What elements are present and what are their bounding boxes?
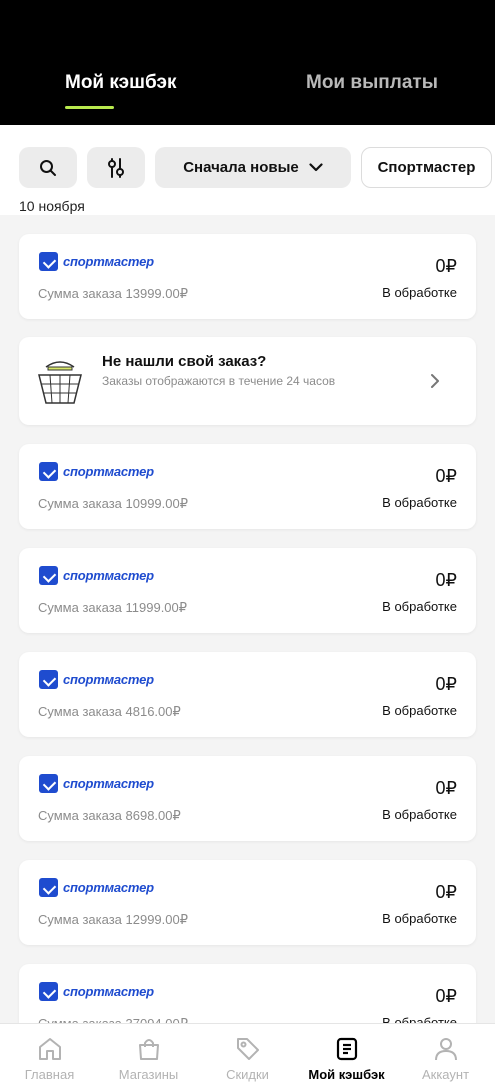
order-sum: Сумма заказа 4816.00₽ (38, 704, 181, 719)
order-status: В обработке (382, 285, 457, 300)
store-logo: спортмастер (39, 982, 154, 1001)
search-icon (40, 159, 56, 176)
order-status: В обработке (382, 911, 457, 926)
date-group-label: 10 ноября (19, 198, 85, 214)
nav-my-cashback[interactable]: Мой кэшбэк (297, 1024, 396, 1090)
order-status: В обработке (382, 599, 457, 614)
cashback-amount: 0₽ (435, 256, 457, 276)
cashback-amount: 0₽ (435, 882, 457, 902)
order-not-found-banner[interactable]: Не нашли свой заказ? Заказы отображаются… (19, 337, 476, 425)
store-logo: спортмастер (39, 878, 154, 897)
chevron-down-icon (309, 163, 323, 172)
nav-stores[interactable]: Магазины (99, 1024, 198, 1090)
sort-dropdown[interactable]: Сначала новые (155, 147, 351, 188)
order-card[interactable]: спортмастер Сумма заказа 4816.00₽ 0₽ В о… (19, 652, 476, 737)
order-status: В обработке (382, 807, 457, 822)
shopping-bag-icon (138, 1039, 159, 1060)
order-sum: Сумма заказа 8698.00₽ (38, 808, 181, 823)
cashback-amount: 0₽ (435, 674, 457, 694)
order-status: В обработке (382, 703, 457, 718)
not-found-subtitle: Заказы отображаются в течение 24 часов (102, 374, 336, 388)
order-sum: Сумма заказа 11999.00₽ (38, 600, 188, 615)
basket-icon (38, 361, 82, 404)
store-filter-chip[interactable]: Спортмастер (361, 147, 492, 188)
nav-home[interactable]: Главная (0, 1024, 99, 1090)
store-logo: спортмастер (39, 774, 154, 793)
document-list-icon (336, 1037, 357, 1061)
bottom-navigation: Главная Магазины Скидки Мой кэшбэк Аккау… (0, 1023, 495, 1090)
order-card[interactable]: спортмастер Сумма заказа 10999.00₽ 0₽ В … (19, 444, 476, 529)
order-card[interactable]: спортмастер Сумма заказа 8698.00₽ 0₽ В о… (19, 756, 476, 841)
store-logo: спортмастер (39, 252, 154, 271)
store-logo: спортмастер (39, 462, 154, 481)
user-icon (434, 1038, 457, 1061)
nav-discounts[interactable]: Скидки (198, 1024, 297, 1090)
sportmaster-logo-icon (39, 670, 58, 689)
sportmaster-logo-icon (39, 566, 58, 585)
cashback-amount: 0₽ (435, 778, 457, 798)
order-card[interactable]: спортмастер Сумма заказа 11999.00₽ 0₽ В … (19, 548, 476, 633)
sort-label: Сначала новые (183, 159, 299, 176)
home-icon (38, 1038, 61, 1060)
order-sum: Сумма заказа 12999.00₽ (38, 912, 189, 927)
chevron-right-icon (431, 374, 439, 388)
sportmaster-logo-icon (39, 878, 58, 897)
cashback-amount: 0₽ (435, 986, 457, 1006)
sportmaster-logo-icon (39, 774, 58, 793)
search-button[interactable] (19, 147, 77, 188)
sportmaster-logo-icon (39, 252, 58, 271)
tab-my-payouts[interactable]: Мои выплаты (306, 72, 438, 94)
order-status: В обработке (382, 495, 457, 510)
order-card[interactable]: спортмастер Сумма заказа 12999.00₽ 0₽ В … (19, 860, 476, 945)
sliders-icon (108, 157, 124, 178)
tab-my-cashback[interactable]: Мой кэшбэк (65, 72, 176, 94)
tag-icon (236, 1038, 259, 1060)
sportmaster-logo-icon (39, 982, 58, 1001)
cashback-amount: 0₽ (435, 466, 457, 486)
order-sum: Сумма заказа 13999.00₽ (38, 286, 189, 301)
order-card[interactable]: спортмастер Сумма заказа 13999.00₽ 0₽ В … (19, 234, 476, 319)
store-logo: спортмастер (39, 566, 154, 585)
filter-settings-button[interactable] (87, 147, 145, 188)
sportmaster-logo-icon (39, 462, 58, 481)
top-header: Мой кэшбэк Мои выплаты (0, 0, 495, 125)
store-logo: спортмастер (39, 670, 154, 689)
not-found-title: Не нашли свой заказ? (102, 353, 267, 370)
order-sum: Сумма заказа 10999.00₽ (38, 496, 189, 511)
nav-account[interactable]: Аккаунт (396, 1024, 495, 1090)
active-tab-indicator (65, 106, 114, 109)
cashback-amount: 0₽ (435, 570, 457, 590)
